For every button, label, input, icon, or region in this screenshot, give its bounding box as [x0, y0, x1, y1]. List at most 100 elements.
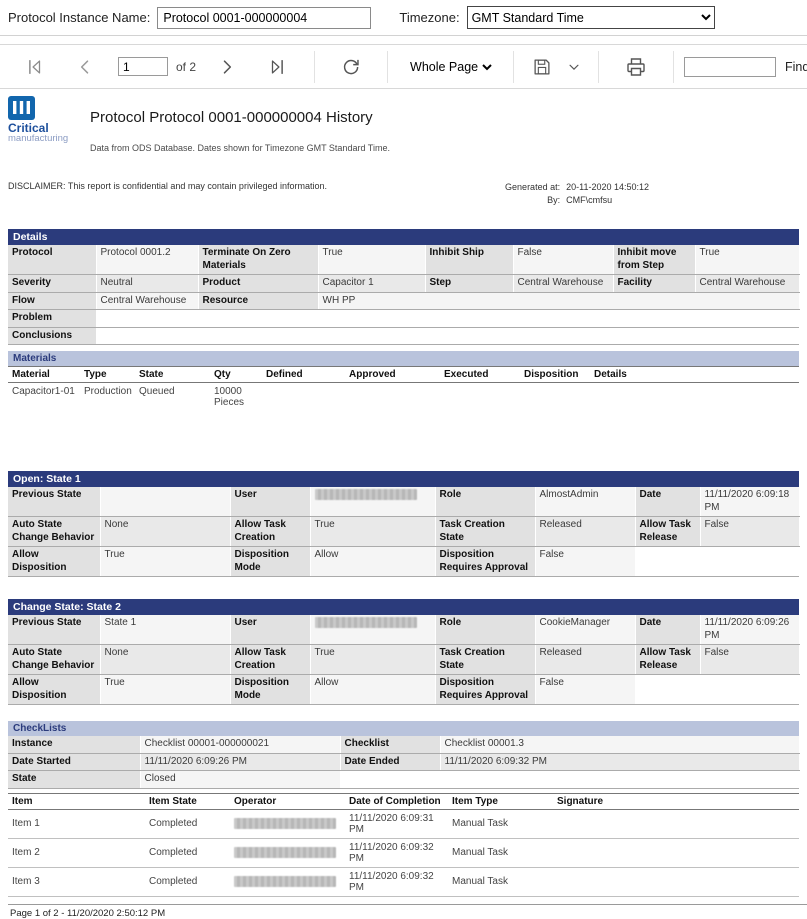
redacted-operator-value — [234, 818, 336, 829]
field-value: WH PP — [318, 292, 799, 310]
page-count-label: of 2 — [176, 60, 196, 74]
next-page-button[interactable] — [212, 54, 242, 80]
protocol-instance-name-input[interactable] — [157, 7, 371, 29]
field-label: Product — [198, 275, 318, 293]
field-label: Facility — [613, 275, 695, 293]
cell-date: 11/11/2020 6:09:32 PM — [345, 838, 448, 867]
cell-signature — [553, 838, 799, 867]
column-header: Item State — [145, 793, 230, 809]
field-label: Date — [635, 615, 700, 645]
table-row: Allow Disposition True Disposition Mode … — [8, 547, 799, 577]
field-value: False — [535, 675, 635, 705]
first-page-button[interactable] — [18, 53, 50, 81]
field-value: False — [513, 245, 613, 275]
table-row: Flow Central Warehouse Resource WH PP — [8, 292, 799, 310]
report-header: Critical manufacturing Protocol Protocol… — [8, 96, 799, 153]
checklists-section-header: CheckLists — [8, 721, 799, 736]
field-label: Severity — [8, 275, 96, 293]
cell-qty: 10000 Pieces — [210, 383, 262, 412]
table-row: Instance Checklist 00001-000000021 Check… — [8, 736, 799, 753]
field-label: Previous State — [8, 615, 100, 645]
field-label: Date Ended — [340, 753, 440, 771]
table-row: Problem — [8, 310, 799, 328]
table-row: Item 3 Completed 11/11/2020 6:09:32 PM M… — [8, 867, 799, 896]
logo-text-manufacturing: manufacturing — [8, 134, 84, 144]
table-row: Capacitor1-01 Production Queued 10000 Pi… — [8, 383, 799, 412]
cell-item-state: Completed — [145, 867, 230, 896]
cell-operator — [230, 867, 345, 896]
toolbar-divider — [387, 51, 388, 83]
materials-empty-area — [8, 411, 799, 471]
critical-manufacturing-logo: Critical manufacturing — [8, 96, 84, 153]
field-label: Disposition Requires Approval — [435, 675, 535, 705]
cell-item-state: Completed — [145, 838, 230, 867]
refresh-button[interactable] — [335, 53, 367, 81]
cell-item-state: Completed — [145, 809, 230, 838]
save-icon — [531, 56, 553, 78]
toolbar-divider — [314, 51, 315, 83]
field-label: Date Started — [8, 753, 140, 771]
next-page-icon — [217, 57, 237, 77]
details-table: Protocol Protocol 0001.2 Terminate On Ze… — [8, 245, 800, 345]
field-label: Auto State Change Behavior — [8, 645, 100, 675]
cell-approved — [345, 383, 440, 412]
cell-item: Item 1 — [8, 809, 145, 838]
find-link[interactable]: Find — [785, 60, 807, 74]
report-viewport: Critical manufacturing Protocol Protocol… — [0, 89, 807, 919]
timezone-select[interactable]: GMT Standard Time — [467, 6, 715, 29]
table-header-row: Material Type State Qty Defined Approved… — [8, 367, 799, 383]
generated-by-label: By: — [494, 194, 560, 207]
column-header: Signature — [553, 793, 799, 809]
field-label: Protocol — [8, 245, 96, 275]
export-save-button[interactable] — [526, 53, 558, 81]
cell-defined — [262, 383, 345, 412]
redacted-operator-value — [234, 876, 336, 887]
last-page-button[interactable] — [262, 53, 294, 81]
field-label: Allow Disposition — [8, 675, 100, 705]
field-value: Central Warehouse — [513, 275, 613, 293]
cell-item-type: Manual Task — [448, 867, 553, 896]
field-value — [635, 675, 799, 705]
table-row: Severity Neutral Product Capacitor 1 Ste… — [8, 275, 799, 293]
field-value — [340, 771, 799, 789]
field-value: 11/11/2020 6:09:26 PM — [700, 615, 799, 645]
zoom-select[interactable]: Whole Page — [406, 59, 495, 75]
table-row: Auto State Change Behavior None Allow Ta… — [8, 645, 799, 675]
page-number-input[interactable] — [118, 57, 168, 76]
cell-date: 11/11/2020 6:09:31 PM — [345, 809, 448, 838]
field-value: True — [310, 517, 435, 547]
state1-table: Previous State User Role AlmostAdmin Dat… — [8, 487, 800, 577]
field-label: Allow Task Release — [635, 517, 700, 547]
cell-material: Capacitor1-01 — [8, 383, 80, 412]
column-header: Item — [8, 793, 145, 809]
field-value: 11/11/2020 6:09:26 PM — [140, 753, 340, 771]
export-dropdown-button[interactable] — [562, 57, 586, 77]
field-value: None — [100, 517, 230, 547]
previous-page-button[interactable] — [70, 54, 100, 80]
field-label: Allow Disposition — [8, 547, 100, 577]
state1-section-header: Open: State 1 — [8, 471, 799, 487]
field-value: Closed — [140, 771, 340, 789]
field-value: Allow — [310, 675, 435, 705]
print-button[interactable] — [619, 52, 653, 82]
cell-item: Item 3 — [8, 867, 145, 896]
field-value: Central Warehouse — [96, 292, 198, 310]
field-label: User — [230, 615, 310, 645]
page-footer: Page 1 of 2 - 11/20/2020 2:50:12 PM — [8, 904, 807, 919]
field-value: Allow — [310, 547, 435, 577]
column-header: Operator — [230, 793, 345, 809]
cell-operator — [230, 809, 345, 838]
field-label: Flow — [8, 292, 96, 310]
state2-section: Change State: State 2 Previous State Sta… — [8, 599, 799, 705]
table-row: Item 1 Completed 11/11/2020 6:09:31 PM M… — [8, 809, 799, 838]
column-header: State — [135, 367, 210, 383]
state2-table: Previous State State 1 User Role CookieM… — [8, 615, 800, 705]
find-text-input[interactable] — [684, 57, 776, 77]
field-label: Step — [425, 275, 513, 293]
field-label: Date — [635, 487, 700, 517]
field-value: None — [100, 645, 230, 675]
column-header: Disposition — [520, 367, 590, 383]
column-header: Date of Completion — [345, 793, 448, 809]
field-value: 11/11/2020 6:09:18 PM — [700, 487, 799, 517]
field-label: Checklist — [340, 736, 440, 753]
